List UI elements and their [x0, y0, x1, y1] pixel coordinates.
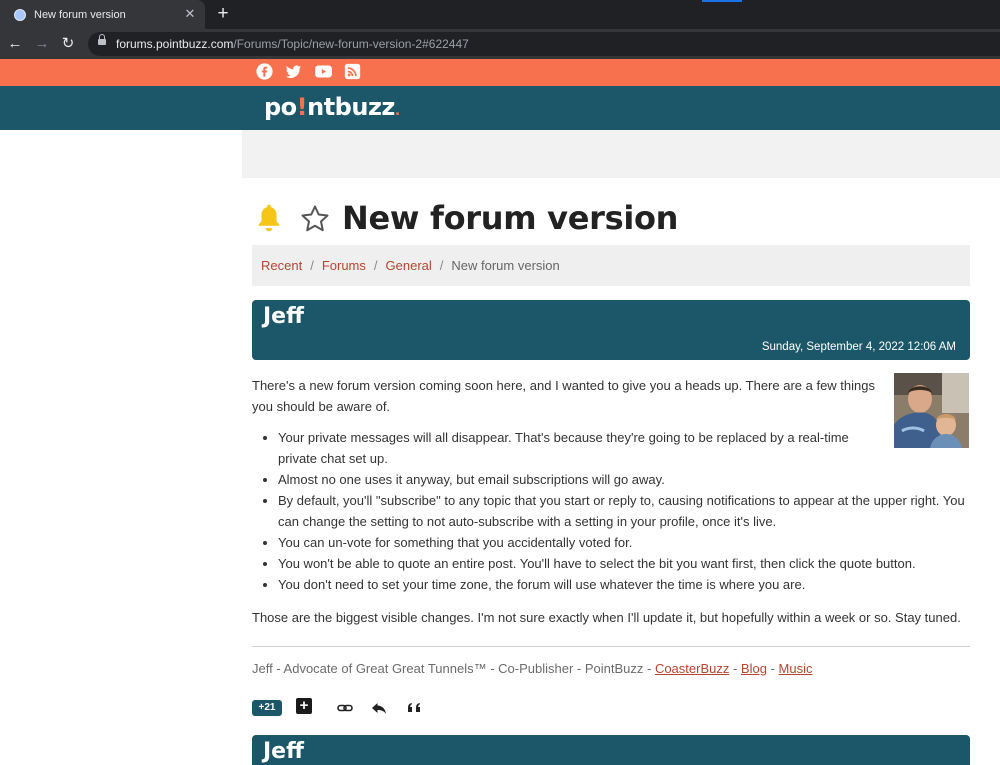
tab-title: New forum version [34, 8, 126, 21]
twitter-icon[interactable] [285, 63, 302, 80]
post-signature: Jeff - Advocate of Great Great Tunnels™ … [252, 661, 813, 676]
browser-tab[interactable]: New forum version ✕ [0, 0, 205, 29]
star-icon[interactable] [300, 204, 330, 234]
reply-icon[interactable] [371, 700, 387, 716]
breadcrumb-current: New forum version [451, 258, 560, 273]
list-item: You won't be able to quote an entire pos… [278, 553, 970, 574]
breadcrumb-recent[interactable]: Recent [261, 258, 302, 273]
post-intro: There's a new forum version coming soon … [252, 378, 875, 414]
link-icon[interactable] [337, 700, 353, 716]
post-body: There's a new forum version coming soon … [252, 375, 970, 628]
rss-icon[interactable] [344, 63, 361, 80]
bell-icon[interactable] [256, 203, 282, 233]
vote-count-badge[interactable]: +21 [252, 700, 282, 716]
youtube-icon[interactable] [314, 63, 333, 80]
back-icon[interactable]: ← [6, 35, 24, 53]
next-post-header: Jeff [252, 735, 970, 765]
post-author[interactable]: Jeff [263, 304, 304, 329]
music-link[interactable]: Music [779, 661, 813, 676]
site-logo[interactable]: po!ntbuzz. [264, 93, 400, 121]
tab-accent [702, 0, 742, 2]
breadcrumb-general[interactable]: General [386, 258, 432, 273]
blog-link[interactable]: Blog [741, 661, 767, 676]
new-tab-icon[interactable]: + [214, 4, 232, 23]
post-timestamp: Sunday, September 4, 2022 12:06 AM [761, 341, 956, 353]
reload-icon[interactable]: ↻ [59, 35, 77, 53]
list-item: Almost no one uses it anyway, but email … [278, 469, 970, 490]
change-list: Your private messages will all disappear… [252, 427, 970, 595]
list-item: Your private messages will all disappear… [278, 427, 858, 469]
post-header: Jeff Sunday, September 4, 2022 12:06 AM [252, 300, 970, 360]
favicon-icon [14, 8, 26, 21]
post-author[interactable]: Jeff [263, 739, 304, 764]
forward-icon[interactable]: → [33, 35, 51, 53]
lock-icon [98, 34, 106, 45]
breadcrumb-forums[interactable]: Forums [322, 258, 366, 273]
social-bar [0, 59, 1000, 86]
signature-divider [252, 646, 970, 647]
url-input[interactable]: forums.pointbuzz.com/Forums/Topic/new-fo… [88, 32, 1000, 56]
quote-icon[interactable] [407, 700, 423, 716]
site-header [0, 86, 1000, 130]
url-text: forums.pointbuzz.com/Forums/Topic/new-fo… [116, 37, 469, 51]
list-item: You can un-vote for something that you a… [278, 532, 970, 553]
coasterbuzz-link[interactable]: CoasterBuzz [655, 661, 729, 676]
breadcrumb: Recent / Forums / General / New forum version [252, 245, 970, 286]
post-closing: Those are the biggest visible changes. I… [252, 610, 961, 625]
facebook-icon[interactable] [256, 63, 273, 80]
page-title: New forum version [342, 199, 679, 237]
upvote-button[interactable]: + [296, 698, 312, 714]
close-icon[interactable]: ✕ [183, 7, 197, 21]
browser-tab-bar: New forum version ✕ + [0, 0, 1000, 29]
list-item: You don't need to set your time zone, th… [278, 574, 970, 595]
address-bar: ← → ↻ forums.pointbuzz.com/Forums/Topic/… [0, 29, 1000, 59]
ad-placeholder [242, 130, 1000, 178]
list-item: By default, you'll "subscribe" to any to… [278, 490, 970, 532]
